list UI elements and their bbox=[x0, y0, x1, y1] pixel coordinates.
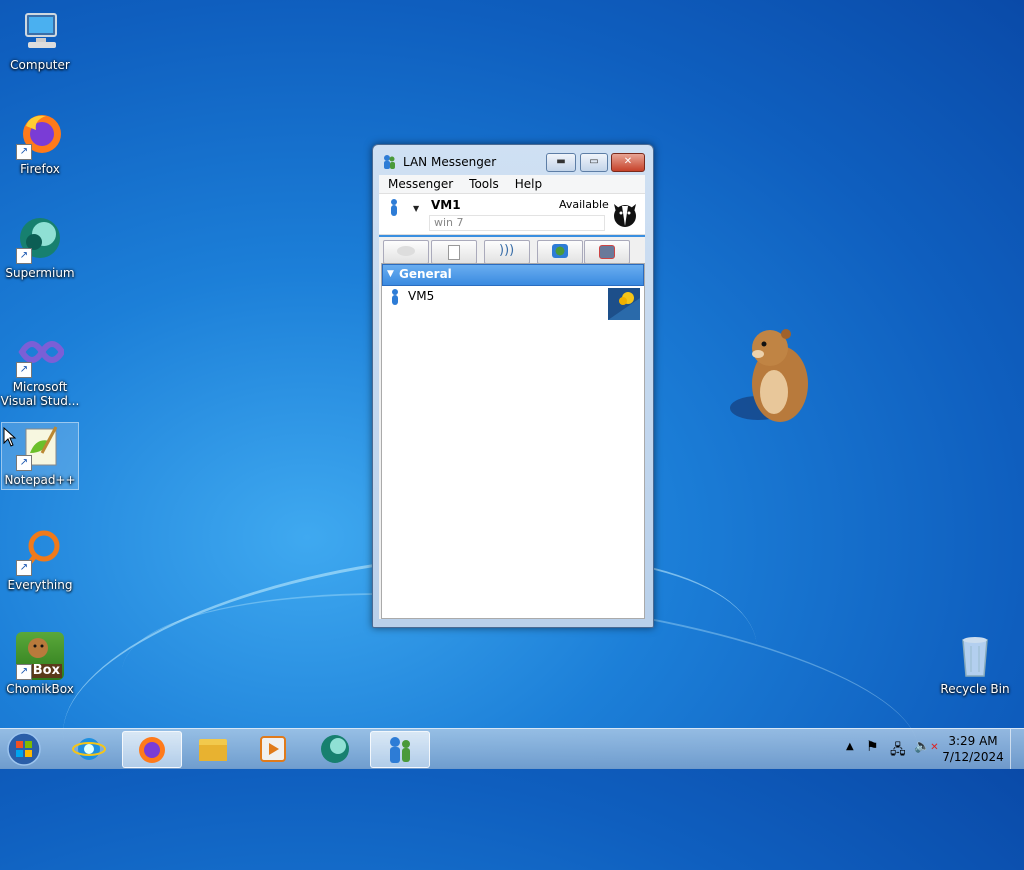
user-avatar-dog[interactable] bbox=[609, 196, 641, 228]
shortcut-arrow-icon: ↗ bbox=[16, 248, 32, 264]
media-player-icon bbox=[260, 736, 286, 762]
firefox-icon bbox=[139, 737, 165, 763]
menu-help[interactable]: Help bbox=[506, 175, 549, 191]
broadcast-icon: ))) bbox=[499, 243, 515, 258]
desktop-icon-label: ChomikBox bbox=[6, 682, 74, 696]
desktop-icon-label: Recycle Bin bbox=[940, 682, 1010, 696]
file-transfer-button[interactable] bbox=[431, 240, 477, 264]
desktop-icon-label: Everything bbox=[7, 578, 73, 592]
taskbar: ▲ ⚑ 🖧 🔈✕ 3:29 AM 7/12/2024 bbox=[0, 728, 1024, 769]
taskbar-clock[interactable]: 3:29 AM 7/12/2024 bbox=[940, 733, 1006, 765]
menu-messenger[interactable]: Messenger bbox=[379, 175, 460, 191]
add-contact-icon bbox=[552, 244, 568, 258]
windows-start-icon bbox=[7, 732, 41, 766]
shortcut-arrow-icon: ↗ bbox=[16, 560, 32, 576]
taskbar-firefox[interactable] bbox=[122, 731, 182, 768]
chomikbox-badge: Box bbox=[30, 663, 62, 678]
chomikbox-icon: Box ↗ bbox=[16, 632, 64, 680]
list-item-contact[interactable]: VM5 bbox=[382, 286, 644, 320]
taskbar-internet-explorer[interactable] bbox=[60, 731, 118, 766]
chat-icon bbox=[397, 246, 415, 256]
user-status[interactable]: Available bbox=[559, 198, 609, 211]
firefox-icon: ↗ bbox=[16, 112, 64, 160]
desktop-icon-label: Microsoft Visual Stud... bbox=[0, 380, 80, 408]
toolbar: ))) bbox=[379, 237, 645, 265]
desktop-icon-label: Supermium bbox=[5, 266, 75, 280]
close-icon: ✕ bbox=[623, 156, 633, 167]
start-button[interactable] bbox=[4, 731, 44, 767]
contact-status-icon bbox=[392, 289, 398, 305]
desktop-icon-firefox[interactable]: ↗ Firefox bbox=[2, 112, 78, 176]
computer-icon bbox=[16, 8, 64, 56]
volume-muted-icon[interactable]: 🔈✕ bbox=[914, 739, 939, 754]
user-name: VM1 bbox=[431, 198, 461, 212]
lan-messenger-icon bbox=[390, 737, 410, 763]
maximize-button[interactable]: ▭ bbox=[580, 153, 608, 172]
desktop-icon-label: Computer bbox=[10, 58, 70, 72]
desktop-icon-label: Notepad++ bbox=[4, 473, 76, 487]
user-info-panel: ▼ VM1 Available win 7 bbox=[379, 194, 645, 235]
shortcut-arrow-icon: ↗ bbox=[16, 455, 32, 471]
minimize-button[interactable]: ▬ bbox=[546, 153, 576, 172]
desktop-icon-visual-studio[interactable]: ↗ Microsoft Visual Stud... bbox=[0, 330, 80, 408]
everything-icon: ↗ bbox=[16, 528, 64, 576]
lan-messenger-window[interactable]: LAN Messenger ▬ ▭ ✕ Messenger Tools Help ▼… bbox=[372, 144, 654, 628]
notepad-plus-plus-icon: ↗ bbox=[16, 423, 64, 471]
action-center-flag-icon[interactable]: ⚑ bbox=[866, 739, 879, 755]
settings-button[interactable] bbox=[584, 240, 630, 264]
contact-avatar-flower bbox=[608, 288, 640, 320]
chat-button[interactable] bbox=[383, 240, 429, 264]
clock-time: 3:29 AM bbox=[948, 734, 998, 748]
user-status-icon[interactable] bbox=[389, 199, 399, 217]
taskbar-lan-messenger[interactable] bbox=[370, 731, 430, 768]
menu-bar: Messenger Tools Help bbox=[379, 175, 645, 194]
system-tray: ▲ ⚑ 🖧 🔈✕ bbox=[842, 733, 942, 765]
contact-name: VM5 bbox=[408, 289, 435, 303]
taskbar-supermium[interactable] bbox=[306, 731, 364, 766]
close-button[interactable]: ✕ bbox=[611, 153, 645, 172]
desktop-icon-everything[interactable]: ↗ Everything bbox=[2, 528, 78, 592]
broadcast-button[interactable]: ))) bbox=[484, 240, 530, 264]
add-contact-button[interactable] bbox=[537, 240, 583, 264]
contact-list[interactable]: ▼ General VM5 bbox=[381, 263, 645, 619]
supermium-icon: ↗ bbox=[16, 216, 64, 264]
show-hidden-icon[interactable]: ▲ bbox=[846, 741, 854, 752]
lan-messenger-app-icon bbox=[384, 155, 395, 169]
window-client-area: Messenger Tools Help ▼ VM1 Available win 7… bbox=[379, 175, 645, 619]
visual-studio-icon: ↗ bbox=[16, 330, 66, 378]
window-titlebar[interactable]: LAN Messenger ▬ ▭ ✕ bbox=[373, 145, 653, 177]
group-name: General bbox=[399, 267, 452, 281]
desktop-icon-computer[interactable]: Computer bbox=[2, 8, 78, 72]
file-explorer-icon bbox=[199, 739, 227, 761]
status-dropdown-arrow-icon[interactable]: ▼ bbox=[413, 204, 419, 213]
desktop-icon-supermium[interactable]: ↗ Supermium bbox=[2, 216, 78, 280]
shortcut-arrow-icon: ↗ bbox=[16, 362, 32, 378]
desktop-icon-label: Firefox bbox=[20, 162, 60, 176]
mouse-cursor-icon bbox=[3, 427, 17, 447]
expand-arrow-icon: ▼ bbox=[387, 269, 394, 279]
settings-icon bbox=[599, 245, 615, 259]
internet-explorer-icon bbox=[72, 738, 106, 760]
menu-tools[interactable]: Tools bbox=[460, 175, 506, 191]
group-header-general[interactable]: ▼ General bbox=[382, 264, 644, 286]
file-transfer-icon bbox=[448, 245, 460, 260]
minimize-icon: ▬ bbox=[556, 156, 566, 167]
network-icon[interactable]: 🖧 bbox=[890, 739, 906, 763]
taskbar-media-player[interactable] bbox=[244, 731, 302, 766]
clock-date: 7/12/2024 bbox=[942, 750, 1004, 764]
taskbar-file-explorer[interactable] bbox=[184, 731, 242, 766]
shortcut-arrow-icon: ↗ bbox=[16, 144, 32, 160]
user-note-field[interactable]: win 7 bbox=[429, 215, 605, 231]
shortcut-arrow-icon: ↗ bbox=[16, 664, 32, 680]
recycle-bin-icon bbox=[951, 632, 999, 680]
maximize-icon: ▭ bbox=[589, 156, 599, 167]
desktop-icon-chomikbox[interactable]: Box ↗ ChomikBox bbox=[2, 632, 78, 696]
show-desktop-button[interactable] bbox=[1010, 729, 1024, 769]
supermium-icon bbox=[321, 735, 349, 763]
desktop-icon-recycle-bin[interactable]: Recycle Bin bbox=[937, 632, 1013, 696]
hamster-desktop-pet[interactable] bbox=[728, 322, 818, 432]
window-title: LAN Messenger bbox=[403, 155, 497, 169]
